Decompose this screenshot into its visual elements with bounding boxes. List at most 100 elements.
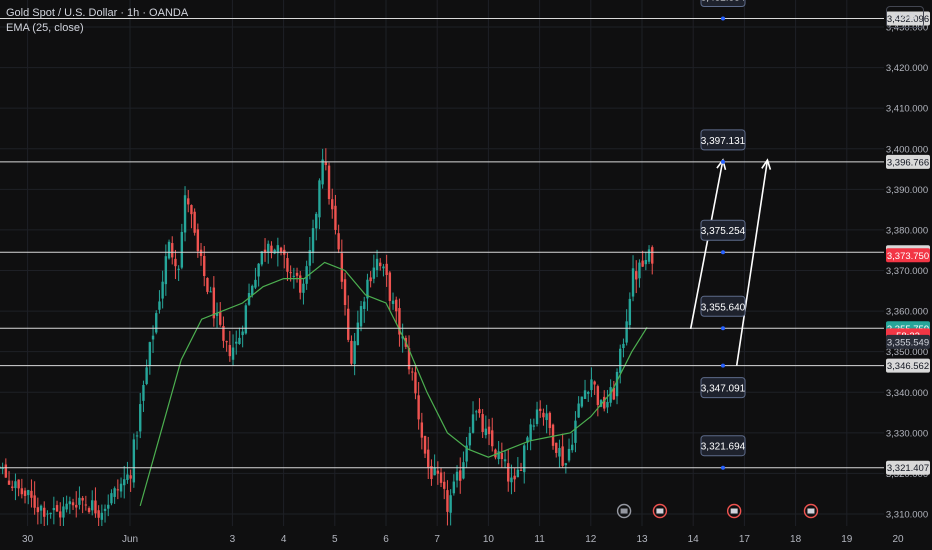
candle-up xyxy=(510,477,513,483)
level-price-tag: 3,396.766 xyxy=(886,154,930,169)
candle-down xyxy=(507,463,510,482)
candle-down xyxy=(519,469,523,471)
candle-down xyxy=(289,272,292,274)
x-tick-label: 14 xyxy=(688,534,700,545)
candle-up xyxy=(583,390,587,399)
candle-down xyxy=(228,345,232,357)
candle-up xyxy=(155,313,158,333)
y-tick-label: 3,340.000 xyxy=(886,388,928,399)
candle-down xyxy=(4,464,8,478)
symbol-title: Gold Spot / U.S. Dollar · 1h · OANDA xyxy=(6,7,189,19)
candle-down xyxy=(350,340,353,364)
candle-down xyxy=(174,258,177,267)
time-axis: 2930Jun34567101112131417181920 xyxy=(0,526,904,550)
candle-up xyxy=(126,474,129,480)
candle-down xyxy=(423,435,427,454)
x-tick-label: 11 xyxy=(534,534,545,545)
candle-down xyxy=(331,199,334,210)
candle-down xyxy=(593,381,596,385)
candle-up xyxy=(391,300,395,304)
candle-up xyxy=(622,343,625,349)
candle-down xyxy=(385,263,388,276)
candle-up xyxy=(315,213,318,229)
candle-up xyxy=(471,414,475,433)
y-tick-label: 3,370.000 xyxy=(886,266,928,277)
y-tick-label: 3,330.000 xyxy=(886,428,928,439)
price-chart[interactable]: 3,432.334 3,397.131 3,375.254 3,355.640 3,34… xyxy=(0,0,932,550)
x-tick-label: 4 xyxy=(281,534,287,545)
candle-up xyxy=(484,428,488,436)
candle-up xyxy=(241,331,244,336)
callout-anchor-dot xyxy=(721,16,725,21)
candle-up xyxy=(39,505,43,511)
candle-down xyxy=(414,372,417,394)
candle-up xyxy=(151,335,155,340)
candle-up xyxy=(119,483,123,492)
candle-up xyxy=(363,301,366,309)
candle-up xyxy=(273,249,276,254)
candle-down xyxy=(116,489,120,491)
candle-down xyxy=(196,229,200,252)
tag-text: 3,373.750 xyxy=(887,251,929,262)
candle-down xyxy=(203,256,206,277)
candle-down xyxy=(539,408,542,411)
candle-down xyxy=(459,470,462,481)
candle-up xyxy=(107,504,110,509)
candle-up xyxy=(103,508,107,511)
candle-down xyxy=(87,508,91,513)
candle-down xyxy=(555,442,558,453)
currency-button[interactable]: USD xyxy=(886,6,924,28)
callout-value: 3,355.640 xyxy=(701,302,746,313)
candle-up xyxy=(52,507,56,511)
callout-anchor-dot xyxy=(721,159,725,164)
candle-down xyxy=(225,341,228,343)
candle-up xyxy=(254,279,257,288)
candle-up xyxy=(302,283,305,293)
candle-up xyxy=(532,425,536,427)
level-price-tag: 3,355.549 xyxy=(886,334,930,349)
candle-down xyxy=(417,395,420,420)
candle-down xyxy=(395,299,398,312)
candle-up xyxy=(14,481,17,489)
candle-down xyxy=(36,507,40,513)
candle-up xyxy=(267,243,270,253)
y-tick-label: 3,390.000 xyxy=(886,185,928,196)
callout-value: 3,432.334 xyxy=(701,0,746,3)
callout-value: 3,397.131 xyxy=(701,136,746,147)
candle-up xyxy=(475,411,478,413)
event-icon-fill xyxy=(730,508,738,514)
candle-up xyxy=(631,268,635,297)
candle-down xyxy=(337,233,340,250)
candle-down xyxy=(443,481,446,489)
candle-down xyxy=(286,258,289,272)
y-tick-label: 3,310.000 xyxy=(886,510,928,521)
event-icon-fill xyxy=(656,508,664,514)
candle-up xyxy=(580,396,584,407)
candle-up xyxy=(132,439,136,483)
candle-up xyxy=(375,258,379,271)
tag-text: 3,321.407 xyxy=(887,463,929,474)
candle-up xyxy=(558,447,561,457)
candle-down xyxy=(481,414,484,432)
callout-anchor-dot xyxy=(721,363,725,368)
candle-up xyxy=(292,275,296,277)
candle-down xyxy=(379,262,382,267)
candle-down xyxy=(420,422,424,438)
x-tick-label: 13 xyxy=(636,534,648,545)
candle-up xyxy=(231,347,235,360)
candle-up xyxy=(235,341,238,344)
candle-down xyxy=(548,412,552,429)
candle-down xyxy=(30,490,33,498)
candle-down xyxy=(193,211,196,233)
chart-legend: Gold Spot / U.S. Dollar · 1h · OANDA EMA… xyxy=(6,6,188,36)
candle-up xyxy=(503,459,507,462)
candle-up xyxy=(318,180,321,218)
candle-up xyxy=(167,241,171,259)
x-tick-label: 10 xyxy=(483,534,495,545)
ema-indicator-label: EMA (25, close) xyxy=(6,22,84,34)
callout-value: 3,375.254 xyxy=(701,226,746,237)
candle-down xyxy=(327,165,331,200)
candle-up xyxy=(574,420,577,443)
level-price-tag: 3,321.407 xyxy=(886,460,930,475)
candle-down xyxy=(84,504,88,506)
